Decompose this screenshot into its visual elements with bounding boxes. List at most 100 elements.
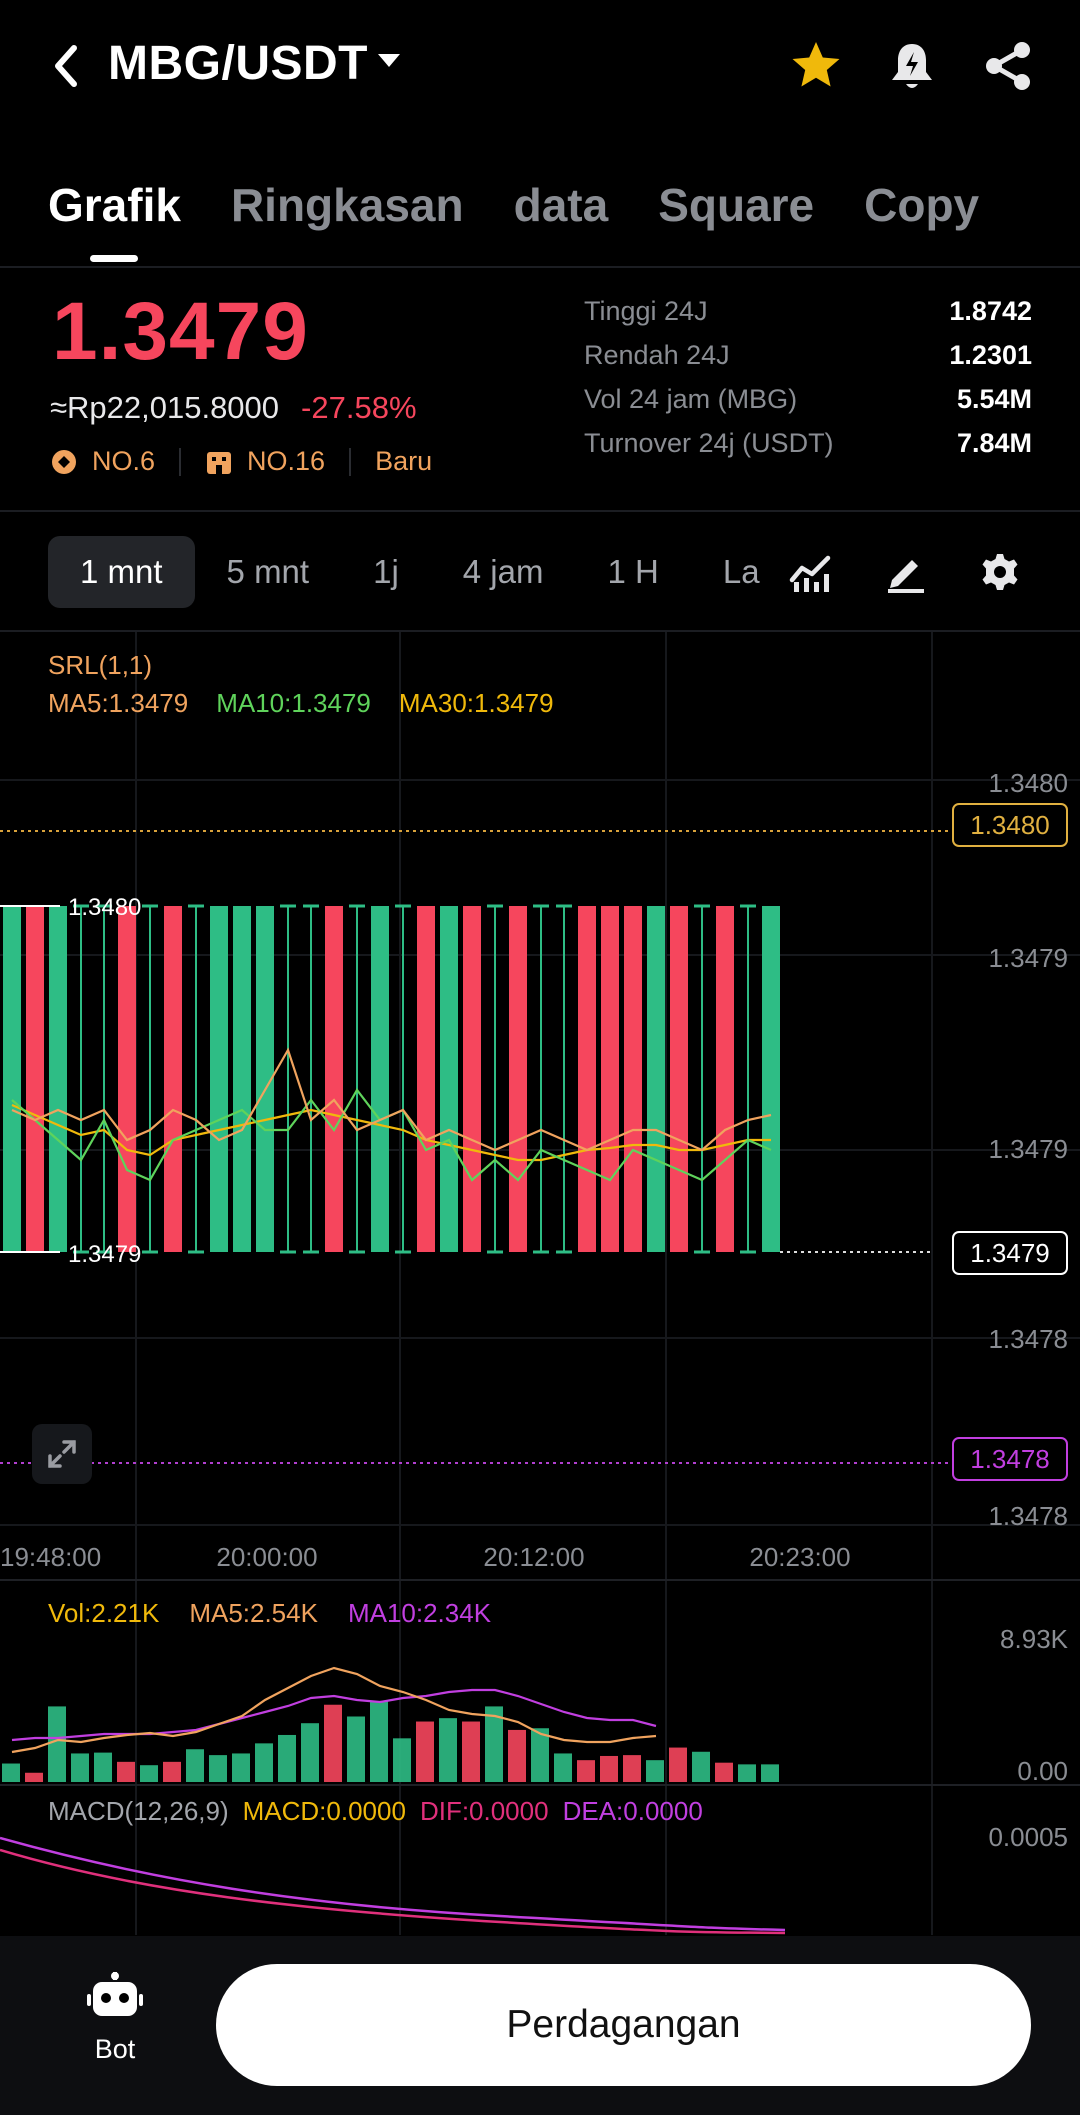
- candle-down: [325, 906, 343, 1252]
- trade-button[interactable]: Perdagangan: [216, 1964, 1031, 2086]
- candle-down: [463, 906, 481, 1252]
- volume-bar: [370, 1701, 388, 1782]
- stat-value: 1.8742: [949, 296, 1032, 326]
- volume-bar: [71, 1753, 89, 1782]
- dif-legend: DIF:0.0000: [419, 1796, 549, 1826]
- indicator-button[interactable]: [780, 542, 840, 602]
- stat-turnover: Turnover 24j (USDT) 7.84M: [584, 428, 1032, 472]
- tab-grafik[interactable]: Grafik: [48, 178, 181, 262]
- volume-bar: [94, 1752, 112, 1782]
- interval-4h[interactable]: 4 jam: [431, 536, 576, 608]
- chevron-left-icon: [55, 45, 77, 87]
- high-price-label: 1.3480: [68, 894, 141, 921]
- ma5-legend: MA5:1.3479: [48, 688, 189, 718]
- candle-down: [509, 906, 527, 1252]
- interval-more[interactable]: La: [691, 536, 774, 608]
- tab-square[interactable]: Square: [658, 178, 814, 232]
- bot-label: Bot: [94, 2034, 136, 2064]
- expand-icon: [48, 1440, 76, 1468]
- candle-down: [26, 906, 44, 1252]
- volume-bar: [761, 1764, 779, 1782]
- bot-button[interactable]: Bot: [60, 1972, 170, 2065]
- candle-down: [417, 906, 435, 1252]
- bell-icon: [892, 44, 932, 88]
- candle-up: [440, 906, 458, 1252]
- back-button[interactable]: [46, 42, 86, 90]
- volume-bar: [232, 1753, 250, 1782]
- macd-value-legend: MACD:0.0000: [242, 1796, 406, 1826]
- macd-axis-label: 0.0005: [988, 1822, 1068, 1852]
- pencil-icon: [888, 560, 924, 593]
- rank-coin-icon: [52, 449, 76, 474]
- badge-separator: [349, 447, 352, 476]
- volume-bar: [646, 1760, 664, 1782]
- dea-legend: DEA:0.0000: [562, 1796, 703, 1826]
- pair-selector[interactable]: MBG/USDT: [108, 36, 400, 91]
- vol-ma10-legend: MA10:2.34K: [347, 1598, 492, 1628]
- kline-chart[interactable]: 1.3480 1.3479 1.3479 1.3478 1.3478 1.3480 1.34…: [0, 632, 1080, 1936]
- upper-price-tag: 1.3480: [970, 810, 1050, 840]
- interval-1h[interactable]: 1j: [341, 536, 431, 608]
- candle-down: [670, 906, 688, 1252]
- time-axis-label: 19:48:00: [0, 1542, 101, 1572]
- volume-bar: [324, 1704, 342, 1782]
- volume-bar: [692, 1751, 710, 1782]
- volume-bar: [278, 1734, 296, 1782]
- price-axis-label: 1.3478: [988, 1324, 1068, 1354]
- dif-line: [0, 1848, 786, 1935]
- caret-down-icon: [377, 53, 400, 67]
- volume-bar: [117, 1761, 135, 1782]
- ma30-legend: MA30:1.3479: [398, 688, 554, 718]
- tab-copy[interactable]: Copy: [864, 178, 979, 232]
- volume-bar: [623, 1755, 641, 1782]
- rank-2[interactable]: NO.16: [247, 446, 325, 477]
- volume-bar: [577, 1760, 595, 1782]
- stat-value: 1.2301: [949, 340, 1032, 370]
- share-button[interactable]: [980, 38, 1036, 94]
- fullscreen-button[interactable]: [32, 1424, 92, 1484]
- stat-volume: Vol 24 jam (MBG) 5.54M: [584, 384, 1032, 428]
- stats-24h: Tinggi 24J 1.8742 Rendah 24J 1.2301 Vol 24…: [584, 296, 1032, 472]
- indicator-chart-icon: [789, 555, 831, 592]
- tab-ringkasan[interactable]: Ringkasan: [231, 178, 464, 232]
- price-axis-label: 1.3479: [988, 943, 1068, 973]
- interval-bar: 1 mnt 5 mnt 1j 4 jam 1 H La: [48, 536, 774, 608]
- candle-up: [3, 906, 21, 1252]
- favorite-button[interactable]: [788, 38, 844, 94]
- share-icon: [986, 42, 1030, 90]
- last-price: 1.3479: [52, 286, 309, 377]
- volume-legend: Vol:2.21K MA5:2.54K MA10:2.34K: [48, 1598, 491, 1629]
- interval-1m[interactable]: 1 mnt: [48, 536, 195, 608]
- tab-data[interactable]: data: [514, 178, 609, 232]
- stat-label: Rendah 24J: [584, 340, 730, 370]
- candle-down: [578, 906, 596, 1252]
- last-price-tag: 1.3479: [970, 1238, 1050, 1268]
- volume-bar: [163, 1761, 181, 1782]
- volume-bar: [301, 1723, 319, 1782]
- chart-settings-button[interactable]: [970, 542, 1030, 602]
- price-alert-button[interactable]: [884, 38, 940, 94]
- candle-up: [233, 906, 251, 1252]
- stat-high: Tinggi 24J 1.8742: [584, 296, 1032, 340]
- ma-legend: MA5:1.3479 MA10:1.3479 MA30:1.3479: [48, 688, 582, 719]
- volume-bar: [508, 1729, 526, 1782]
- candle-up: [210, 906, 228, 1252]
- dea-line: [0, 1836, 786, 1932]
- time-axis-label: 20:12:00: [483, 1542, 584, 1572]
- star-icon: [792, 42, 840, 87]
- macd-params-legend: MACD(12,26,9): [48, 1796, 229, 1826]
- interval-5m[interactable]: 5 mnt: [195, 536, 342, 608]
- rank-1[interactable]: NO.6: [92, 446, 155, 477]
- rank-building-icon: [207, 451, 232, 474]
- robot-icon: [87, 1972, 143, 2016]
- volume-bar: [715, 1762, 733, 1782]
- volume-bar: [255, 1743, 273, 1782]
- tabs-divider: [0, 266, 1080, 268]
- time-axis-label: 20:00:00: [216, 1542, 317, 1572]
- volume-bar: [416, 1721, 434, 1782]
- candle-down: [164, 906, 182, 1252]
- interval-1d[interactable]: 1 H: [575, 536, 690, 608]
- gear-icon: [982, 554, 1018, 590]
- draw-tool-button[interactable]: [876, 542, 936, 602]
- volume-bar: [48, 1706, 66, 1782]
